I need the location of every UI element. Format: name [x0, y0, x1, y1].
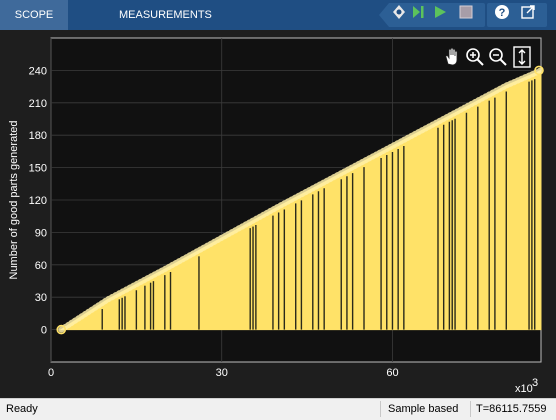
- y-tick-label: 90: [35, 227, 47, 239]
- run-icon[interactable]: [432, 4, 448, 20]
- plot-toolbar: [442, 46, 534, 68]
- y-tick-label: 0: [41, 325, 47, 337]
- status-time: T=86115.7559: [476, 403, 547, 415]
- status-divider: [470, 401, 471, 417]
- x-tick-label: 0: [48, 367, 54, 379]
- y-tick-label: 30: [35, 292, 47, 304]
- x-tick-label: 60: [386, 367, 398, 379]
- x-exponent-label: x10: [515, 383, 533, 395]
- autoscale-icon[interactable]: [512, 46, 532, 68]
- highlight-block-icon[interactable]: [391, 4, 407, 20]
- toolstrip: SCOPE MEASUREMENTS ?: [0, 0, 556, 30]
- zoom-in-icon[interactable]: [465, 46, 485, 68]
- y-tick-label: 60: [35, 260, 47, 272]
- y-tick-label: 240: [29, 65, 47, 77]
- undock-icon[interactable]: [520, 4, 536, 20]
- x-tick-label: 30: [216, 367, 228, 379]
- stop-icon[interactable]: [458, 4, 474, 20]
- step-forward-icon[interactable]: [410, 4, 426, 20]
- tab-measurements[interactable]: MEASUREMENTS: [109, 0, 222, 30]
- status-mode: Sample based: [388, 403, 459, 415]
- y-tick-label: 120: [29, 195, 47, 207]
- zoom-out-icon[interactable]: [488, 46, 508, 68]
- help-icon[interactable]: ?: [494, 4, 510, 20]
- scope-figure: Number of good parts generated 0 30 60 90 12…: [0, 30, 556, 398]
- scope-plot[interactable]: 0 30 60 90 120 150 180 210 240 0 30 60 x10 3: [0, 30, 556, 398]
- svg-text:?: ?: [499, 7, 506, 19]
- y-tick-label: 210: [29, 98, 47, 110]
- tab-scope[interactable]: SCOPE: [0, 0, 68, 30]
- y-tick-label: 150: [29, 163, 47, 175]
- x-exponent-sup: 3: [532, 377, 538, 389]
- status-bar: Ready Sample based T=86115.7559: [0, 398, 556, 420]
- status-ready: Ready: [6, 403, 38, 415]
- pan-hand-icon[interactable]: [442, 46, 462, 68]
- y-tick-label: 180: [29, 130, 47, 142]
- status-divider: [380, 401, 381, 417]
